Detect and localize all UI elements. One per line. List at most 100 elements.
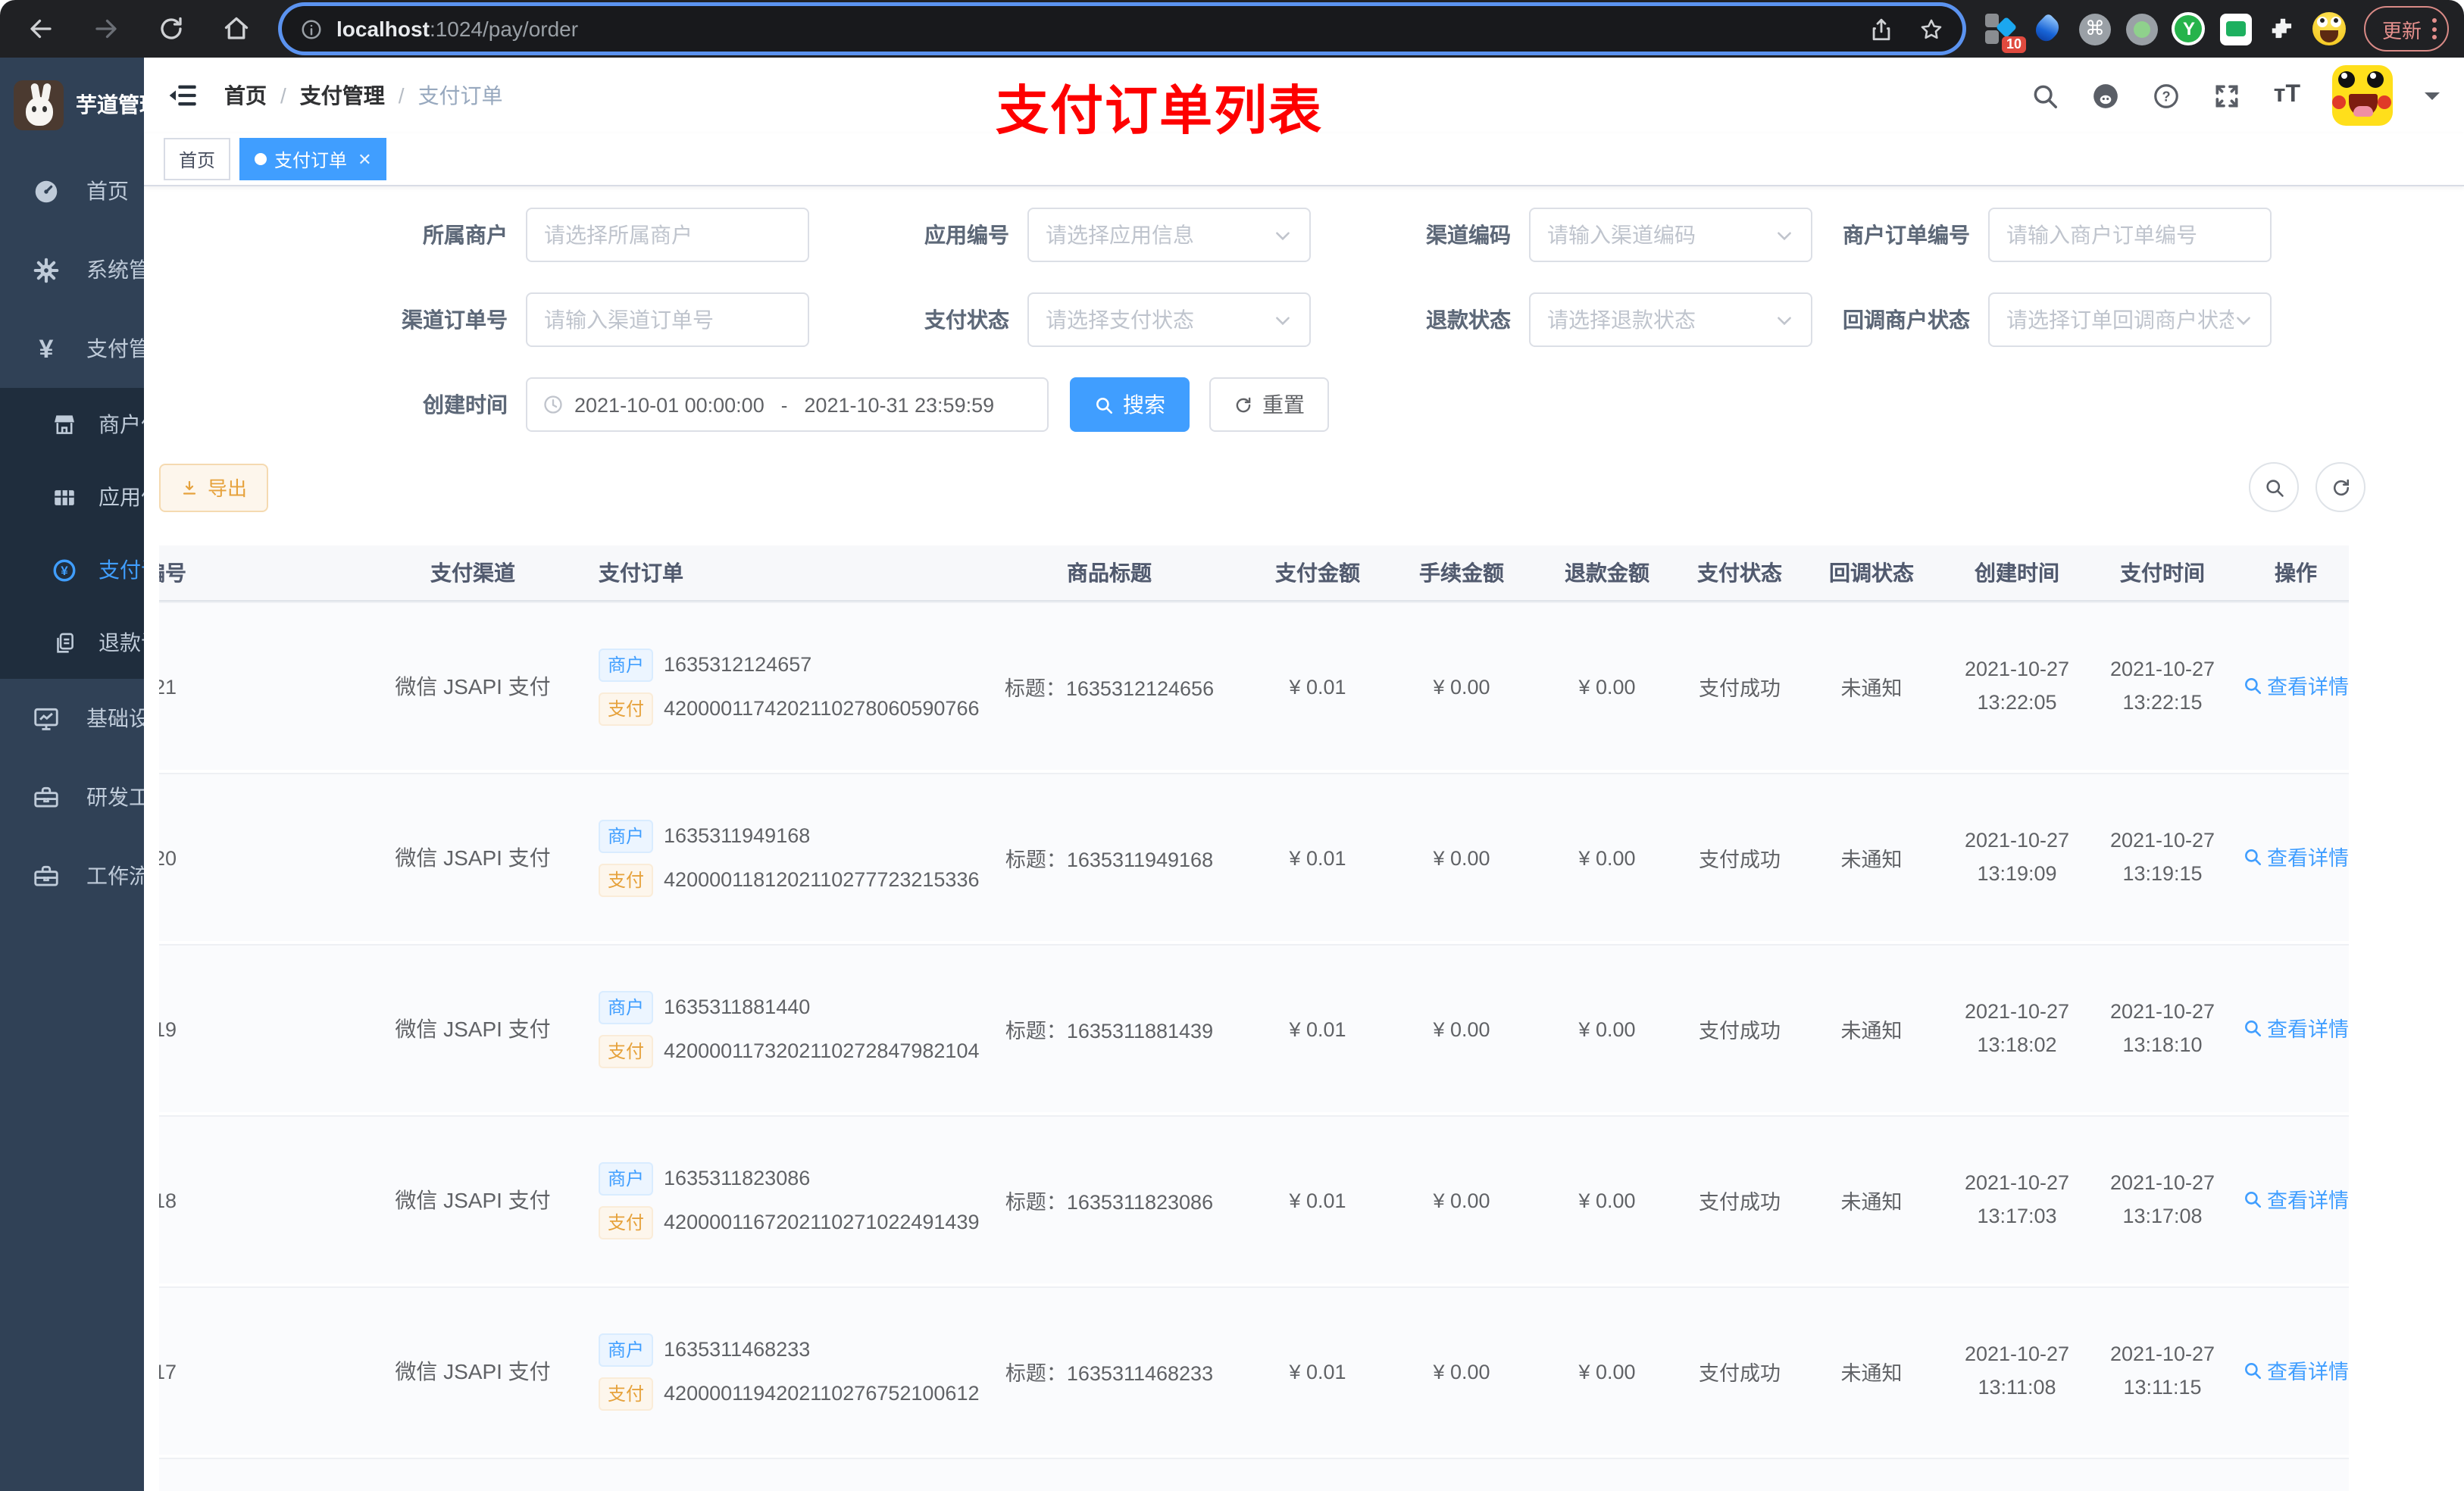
- page-info-icon[interactable]: [300, 17, 323, 40]
- sidebar-item-dev-tools[interactable]: 研发工具: [0, 758, 144, 836]
- extension-command-icon[interactable]: ⌘: [2078, 11, 2112, 46]
- actions-cell: 查看详情: [2243, 1355, 2349, 1388]
- breadcrumb: 首页 / 支付管理 / 支付订单: [224, 80, 503, 111]
- browser-menu-icon[interactable]: [2432, 18, 2437, 39]
- reload-icon[interactable]: [149, 6, 194, 52]
- extension-emoji-icon[interactable]: [2312, 11, 2347, 46]
- sidebar-item-app-info[interactable]: 应用信息: [0, 461, 144, 533]
- toggle-search-button[interactable]: [2249, 462, 2299, 512]
- pay-status: 支付成功: [1699, 1020, 1781, 1042]
- search-icon: [2265, 479, 2283, 496]
- refund-amount: ¥ 0.00: [1578, 846, 1636, 869]
- pay-status: 支付成功: [1699, 849, 1781, 871]
- extension-grid-icon[interactable]: 10: [1984, 11, 2026, 52]
- view-detail-link[interactable]: 查看详情: [2243, 1013, 2349, 1043]
- pay-status-select[interactable]: 请选择支付状态: [1027, 292, 1311, 347]
- breadcrumb-home[interactable]: 首页: [224, 80, 267, 111]
- extension-chat-icon[interactable]: [2219, 11, 2253, 46]
- search-button[interactable]: 搜索: [1070, 377, 1190, 432]
- extension-puzzle-icon[interactable]: [2265, 11, 2300, 46]
- chevron-down-icon: [111, 714, 125, 723]
- share-icon[interactable]: [1868, 16, 1894, 42]
- extension-y-icon[interactable]: Y: [2172, 11, 2206, 46]
- bookmark-star-icon[interactable]: [1918, 16, 1944, 42]
- create-time: 2021-10-27 13:17:03: [1964, 1171, 2070, 1227]
- browser-update-button[interactable]: 更新: [2363, 6, 2449, 52]
- tag-home[interactable]: 首页: [164, 138, 231, 180]
- shop-icon: [52, 411, 77, 437]
- sidebar-item-infra[interactable]: 基础设施: [0, 679, 144, 758]
- app-select[interactable]: 请选择应用信息: [1027, 208, 1311, 262]
- view-detail-link[interactable]: 查看详情: [2243, 842, 2349, 872]
- sidebar-item-home[interactable]: 首页: [0, 152, 144, 230]
- notify-status: 未通知: [1840, 1020, 1903, 1042]
- merchant-order-no: 1635311823086: [664, 1167, 811, 1189]
- date-range-input[interactable]: 2021-10-01 00:00:00 - 2021-10-31 23:59:5…: [526, 377, 1049, 432]
- table-header: 编号 支付渠道 支付订单 商品标题 支付金额 手续金额 退款金额 支付状态 回调…: [159, 545, 2349, 602]
- product-title: 标题：1635311468233: [1005, 1362, 1214, 1385]
- view-detail-link[interactable]: 查看详情: [2243, 670, 2349, 701]
- merchant-input[interactable]: [526, 208, 809, 262]
- browser-toolbar: localhost:1024/pay/order 10 ⌘ Y 更新: [0, 0, 2464, 58]
- fullscreen-icon[interactable]: [2213, 81, 2242, 110]
- notify-status-select[interactable]: 请选择订单回调商户状态: [1988, 292, 2272, 347]
- chevron-down-icon: [111, 793, 125, 802]
- font-size-icon[interactable]: тT: [2274, 82, 2300, 109]
- sidebar-fold-icon[interactable]: [168, 80, 199, 111]
- pay-order-cell: 商户 1635311823086 支付 42000011672021102710…: [586, 1151, 980, 1249]
- refund-status-select[interactable]: 请选择退款状态: [1529, 292, 1812, 347]
- refresh-table-button[interactable]: [2315, 462, 2366, 512]
- app-logo-row: 芋道管理系统: [0, 58, 144, 152]
- filter-channel-code: 渠道编码 请输入渠道编码: [1365, 208, 1812, 262]
- sidebar-item-pay[interactable]: ¥ 支付管理: [0, 309, 144, 388]
- pay-tag: 支付: [599, 863, 654, 896]
- order-id: 18: [159, 1189, 177, 1211]
- actions-cell: 查看详情: [2243, 670, 2349, 703]
- sidebar-item-system[interactable]: 系统管理: [0, 230, 144, 309]
- breadcrumb-current: 支付订单: [417, 83, 503, 108]
- toolbox-icon: [32, 783, 61, 811]
- chevron-down-icon: [1778, 231, 1791, 240]
- channel-order-no-input[interactable]: [526, 292, 809, 347]
- merchant-order-no-input[interactable]: [1988, 208, 2272, 262]
- refund-amount: ¥ 0.00: [1578, 1189, 1636, 1211]
- refund-amount: ¥ 0.00: [1578, 1360, 1636, 1383]
- table-row: 17 微信 JSAPI 支付 商户 1635311468233 支付 42000…: [159, 1286, 2349, 1455]
- breadcrumb-pay[interactable]: 支付管理: [300, 80, 385, 111]
- view-detail-link[interactable]: 查看详情: [2243, 1355, 2349, 1386]
- export-button[interactable]: 导出: [159, 463, 269, 511]
- avatar-caret-icon[interactable]: [2425, 92, 2440, 107]
- help-icon[interactable]: ?: [2153, 81, 2181, 110]
- github-icon[interactable]: [2092, 81, 2121, 110]
- tag-pay-order[interactable]: 支付订单 ✕: [239, 138, 387, 180]
- pay-order-no: 4200001167202110271022491439: [664, 1211, 980, 1233]
- channel-code-select[interactable]: 请输入渠道编码: [1529, 208, 1812, 262]
- forward-icon[interactable]: [83, 6, 129, 52]
- reset-button[interactable]: 重置: [1209, 377, 1329, 432]
- sidebar-item-workflow[interactable]: 工作流程: [0, 836, 144, 915]
- pay-tag: 支付: [599, 1377, 654, 1410]
- pay-amount: ¥ 0.01: [1289, 675, 1346, 698]
- sidebar-item-pay-order[interactable]: ¥ 支付订单: [0, 533, 144, 606]
- close-icon[interactable]: ✕: [358, 149, 371, 169]
- sidebar-item-merchant-info[interactable]: 商户信息: [0, 388, 144, 461]
- merchant-tag: 商户: [599, 819, 654, 852]
- pay-order-no: 4200001173202110272847982104: [664, 1039, 980, 1062]
- pay-status: 支付成功: [1699, 677, 1781, 700]
- view-detail-link[interactable]: 查看详情: [2243, 1184, 2349, 1214]
- page-title-annotation: 支付订单列表: [996, 82, 1324, 141]
- extension-gem-icon[interactable]: [2031, 11, 2065, 46]
- pay-order-no: 4200001194202110276752100612: [664, 1382, 980, 1405]
- header-search-icon[interactable]: [2031, 81, 2060, 110]
- back-icon[interactable]: [18, 6, 64, 52]
- orders-table: 编号 支付渠道 支付订单 商品标题 支付金额 手续金额 退款金额 支付状态 回调…: [159, 545, 2449, 1491]
- avatar[interactable]: [2332, 65, 2393, 126]
- home-icon[interactable]: [214, 6, 259, 52]
- sidebar-item-refund-order[interactable]: 退款订单: [0, 606, 144, 679]
- fee-amount: ¥ 0.00: [1433, 675, 1490, 698]
- page-content: 所属商户 应用编号 请选择应用信息 渠道编码 请输入渠道编码: [144, 186, 2464, 1491]
- actions-cell: 查看详情: [2243, 842, 2349, 874]
- magnifier-icon: [2245, 1362, 2262, 1379]
- address-bar[interactable]: localhost:1024/pay/order: [282, 6, 1962, 52]
- extension-record-icon[interactable]: [2125, 11, 2159, 46]
